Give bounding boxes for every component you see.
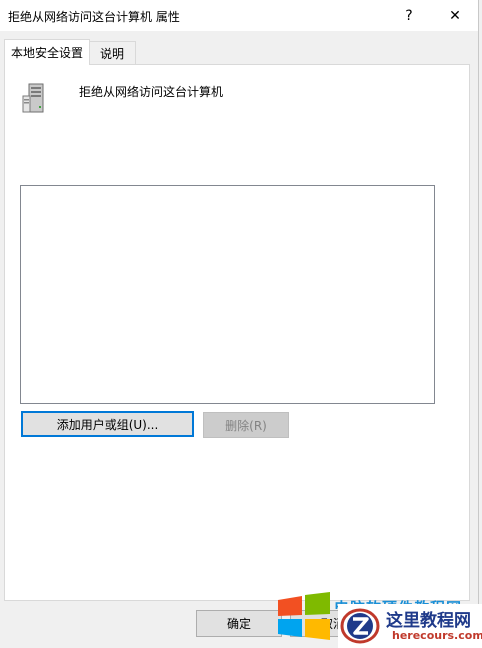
server-policy-icon xyxy=(22,83,44,113)
title-bar: 拒绝从网络访问这台计算机 属性 ? ✕ xyxy=(0,0,478,31)
tab-local-security-setting[interactable]: 本地安全设置 xyxy=(4,39,90,65)
properties-dialog: 拒绝从网络访问这台计算机 属性 ? ✕ 本地安全设置 说明 拒绝从网络访问这台计… xyxy=(0,0,479,648)
tab-explain[interactable]: 说明 xyxy=(88,41,136,64)
tab-strip: 本地安全设置 说明 xyxy=(0,31,478,65)
tab-panel: 拒绝从网络访问这台计算机 添加用户或组(U)... 删除(R) xyxy=(4,64,470,601)
watermark-site-name: 这里教程网 xyxy=(386,611,471,631)
close-button[interactable]: ✕ xyxy=(432,0,478,31)
watermark-site-url: herecours.com xyxy=(392,629,482,642)
ok-button[interactable]: 确定 xyxy=(196,610,282,637)
window-title: 拒绝从网络访问这台计算机 属性 xyxy=(8,10,180,24)
policy-name: 拒绝从网络访问这台计算机 xyxy=(79,85,224,99)
help-icon: ? xyxy=(405,7,413,24)
user-group-list[interactable] xyxy=(20,185,435,404)
remove-button[interactable]: 删除(R) xyxy=(203,412,289,438)
close-icon: ✕ xyxy=(449,7,461,24)
help-button[interactable]: ? xyxy=(386,0,432,31)
windows-logo-watermark xyxy=(278,592,330,640)
add-user-or-group-button[interactable]: 添加用户或组(U)... xyxy=(21,411,194,437)
site-logo-icon xyxy=(340,608,380,644)
